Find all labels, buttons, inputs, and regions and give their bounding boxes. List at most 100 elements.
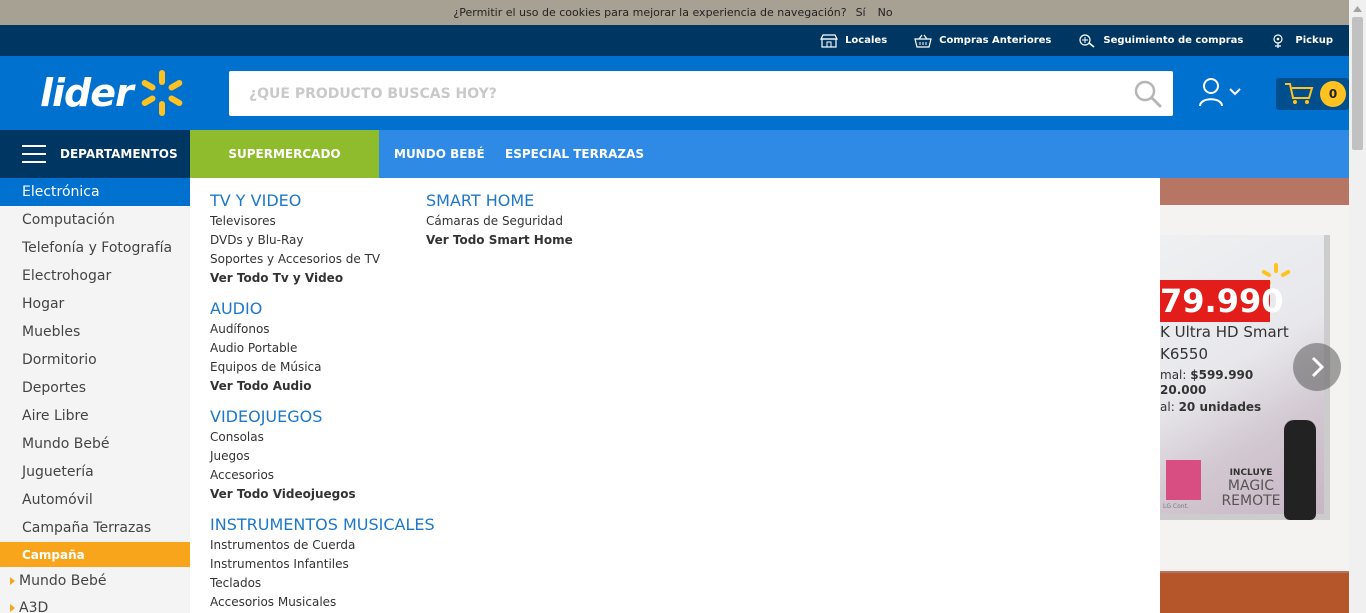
hero-normal-price: mal: $599.990 — [1160, 368, 1254, 382]
sidebar-item-dormitorio[interactable]: Dormitorio — [0, 346, 190, 374]
category-link[interactable]: DVDs y Blu-Ray — [210, 231, 435, 250]
sidebar-item-electrohogar[interactable]: Electrohogar — [0, 262, 190, 290]
scroll-thumb[interactable] — [1352, 17, 1363, 150]
search-input[interactable] — [229, 71, 1123, 116]
sidebar-item-electronica[interactable]: Electrónica — [0, 178, 190, 206]
hero-stock: al: 20 unidades — [1160, 400, 1262, 414]
category-link[interactable]: Audífonos — [210, 320, 435, 339]
cart-icon — [1285, 83, 1314, 104]
cookie-yes-link[interactable]: Sí — [853, 6, 869, 19]
util-previous-purchases-link[interactable]: Compras Anteriores — [913, 33, 1051, 49]
utility-bar: Locales Compras Anteriores Seguimiento d… — [0, 25, 1349, 56]
category-audio: AUDIO Audífonos Audio Portable Equipos d… — [210, 298, 435, 396]
cart-count-badge: 0 — [1320, 81, 1346, 107]
caret-right-icon — [10, 576, 15, 585]
badge-big-text-2: REMOTE — [1221, 493, 1281, 509]
departments-button[interactable]: DEPARTAMENTOS — [0, 130, 190, 178]
category-link[interactable]: Juegos — [210, 447, 435, 466]
category-link[interactable]: Teclados — [210, 574, 435, 593]
logo-text: lider — [40, 71, 134, 115]
category-link[interactable]: Audio Portable — [210, 339, 435, 358]
hero-product-line2: K6550 — [1160, 345, 1209, 363]
category-title[interactable]: SMART HOME — [426, 190, 573, 212]
util-label: Seguimiento de compras — [1103, 35, 1244, 46]
sidebar-campaign-label: Mundo Bebé — [19, 572, 107, 589]
category-smart-home: SMART HOME Cámaras de Seguridad Ver Todo… — [426, 190, 573, 250]
sidebar-item-computacion[interactable]: Computación — [0, 206, 190, 234]
category-view-all-link[interactable]: Ver Todo Tv y Video — [210, 269, 435, 288]
sidebar-item-hogar[interactable]: Hogar — [0, 290, 190, 318]
hero-discount: 20.000 — [1160, 383, 1207, 397]
category-link[interactable]: Instrumentos Infantiles — [210, 555, 435, 574]
category-videojuegos: VIDEOJUEGOS Consolas Juegos Accesorios V… — [210, 406, 435, 504]
sidebar-item-muebles[interactable]: Muebles — [0, 318, 190, 346]
category-link[interactable]: Equipos de Música — [210, 358, 435, 377]
account-menu-button[interactable] — [1198, 77, 1242, 107]
lider-logo[interactable]: lider — [40, 68, 187, 118]
tracking-icon — [1079, 33, 1095, 48]
category-tv-video: TV Y VIDEO Televisores DVDs y Blu-Ray So… — [210, 190, 435, 288]
sidebar-campaign-label: A3D — [19, 599, 49, 613]
category-title[interactable]: VIDEOJUEGOS — [210, 406, 435, 428]
category-link[interactable]: Televisores — [210, 212, 435, 231]
sidebar-item-aire-libre[interactable]: Aire Libre — [0, 402, 190, 430]
category-link[interactable]: Accesorios Musicales — [210, 593, 435, 612]
search-button[interactable] — [1123, 71, 1173, 116]
util-pickup-link[interactable]: Pickup — [1269, 33, 1333, 49]
category-view-all-link[interactable]: Ver Todo Videojuegos — [210, 485, 435, 504]
hero-brand-note: LG Cont. — [1163, 503, 1189, 510]
pickup-icon — [1273, 33, 1283, 48]
util-label: Pickup — [1295, 35, 1333, 46]
cookie-no-link[interactable]: No — [875, 6, 896, 19]
mega-menu-column-2: SMART HOME Cámaras de Seguridad Ver Todo… — [426, 190, 573, 260]
util-label: Compras Anteriores — [939, 35, 1052, 46]
basket-icon — [914, 34, 932, 48]
sidebar-campaign-a3d[interactable]: A3D — [0, 594, 190, 613]
search-icon — [1134, 80, 1162, 107]
sidebar-item-automovil[interactable]: Automóvil — [0, 486, 190, 514]
departments-label: DEPARTAMENTOS — [60, 147, 178, 161]
mega-menu-column-1: TV Y VIDEO Televisores DVDs y Blu-Ray So… — [210, 190, 435, 613]
spark-icon — [141, 70, 183, 116]
main-nav: DEPARTAMENTOS SUPERMERCADO MUNDO BEBÉ ES… — [0, 130, 1349, 178]
category-link[interactable]: Soportes y Accesorios de TV — [210, 250, 435, 269]
category-instrumentos: INSTRUMENTOS MUSICALES Instrumentos de C… — [210, 514, 435, 612]
carousel-next-button[interactable] — [1293, 343, 1341, 391]
nav-especial-terrazas[interactable]: ESPECIAL TERRAZAS — [505, 130, 644, 178]
category-title[interactable]: AUDIO — [210, 298, 435, 320]
category-link[interactable]: Instrumentos de Cuerda — [210, 536, 435, 555]
store-icon — [820, 33, 839, 48]
category-link[interactable]: Accesorios — [210, 466, 435, 485]
category-title[interactable]: INSTRUMENTOS MUSICALES — [210, 514, 435, 536]
chevron-down-icon — [1229, 88, 1241, 96]
nav-supermercado[interactable]: SUPERMERCADO — [190, 130, 379, 178]
sidebar-item-mundo-bebe[interactable]: Mundo Bebé — [0, 430, 190, 458]
sidebar-item-campana-terrazas[interactable]: Campaña Terrazas — [0, 514, 190, 542]
category-view-all-link[interactable]: Ver Todo Audio — [210, 377, 435, 396]
util-label: Locales — [845, 35, 888, 46]
chevron-right-icon — [1311, 356, 1325, 378]
category-title[interactable]: TV Y VIDEO — [210, 190, 435, 212]
hero-banner[interactable]: 79.990 K Ultra HD Smart K6550 mal: $599.… — [1160, 178, 1349, 613]
util-order-tracking-link[interactable]: Seguimiento de compras — [1077, 33, 1243, 49]
badge-big-text-1: MAGIC — [1227, 478, 1275, 494]
cookie-consent-bar: ¿Permitir el uso de cookies para mejorar… — [0, 0, 1349, 25]
category-link[interactable]: Consolas — [210, 428, 435, 447]
hero-bottom-strip — [1160, 573, 1349, 613]
util-locales-link[interactable]: Locales — [819, 33, 887, 49]
cart-button[interactable]: 0 — [1276, 78, 1349, 110]
category-view-all-link[interactable]: Ver Todo Smart Home — [426, 231, 573, 250]
nav-mundo-bebe[interactable]: MUNDO BEBÉ — [394, 130, 485, 178]
category-link[interactable]: Cámaras de Seguridad — [426, 212, 573, 231]
magic-remote-badge: INCLUYE MAGIC REMOTE — [1206, 467, 1296, 509]
hero-price: 79.990 — [1160, 280, 1284, 322]
user-icon — [1199, 78, 1223, 107]
sidebar-item-jugueteria[interactable]: Juguetería — [0, 458, 190, 486]
scroll-up-arrow-icon[interactable] — [1349, 0, 1366, 17]
sidebar-campaign-mundo-bebe[interactable]: Mundo Bebé — [0, 567, 190, 594]
electronics-mega-menu: TV Y VIDEO Televisores DVDs y Blu-Ray So… — [190, 178, 1160, 613]
page-scrollbar[interactable] — [1349, 0, 1366, 613]
sidebar-item-deportes[interactable]: Deportes — [0, 374, 190, 402]
hamburger-icon — [22, 145, 46, 163]
sidebar-item-telefonia[interactable]: Telefonía y Fotografía — [0, 234, 190, 262]
